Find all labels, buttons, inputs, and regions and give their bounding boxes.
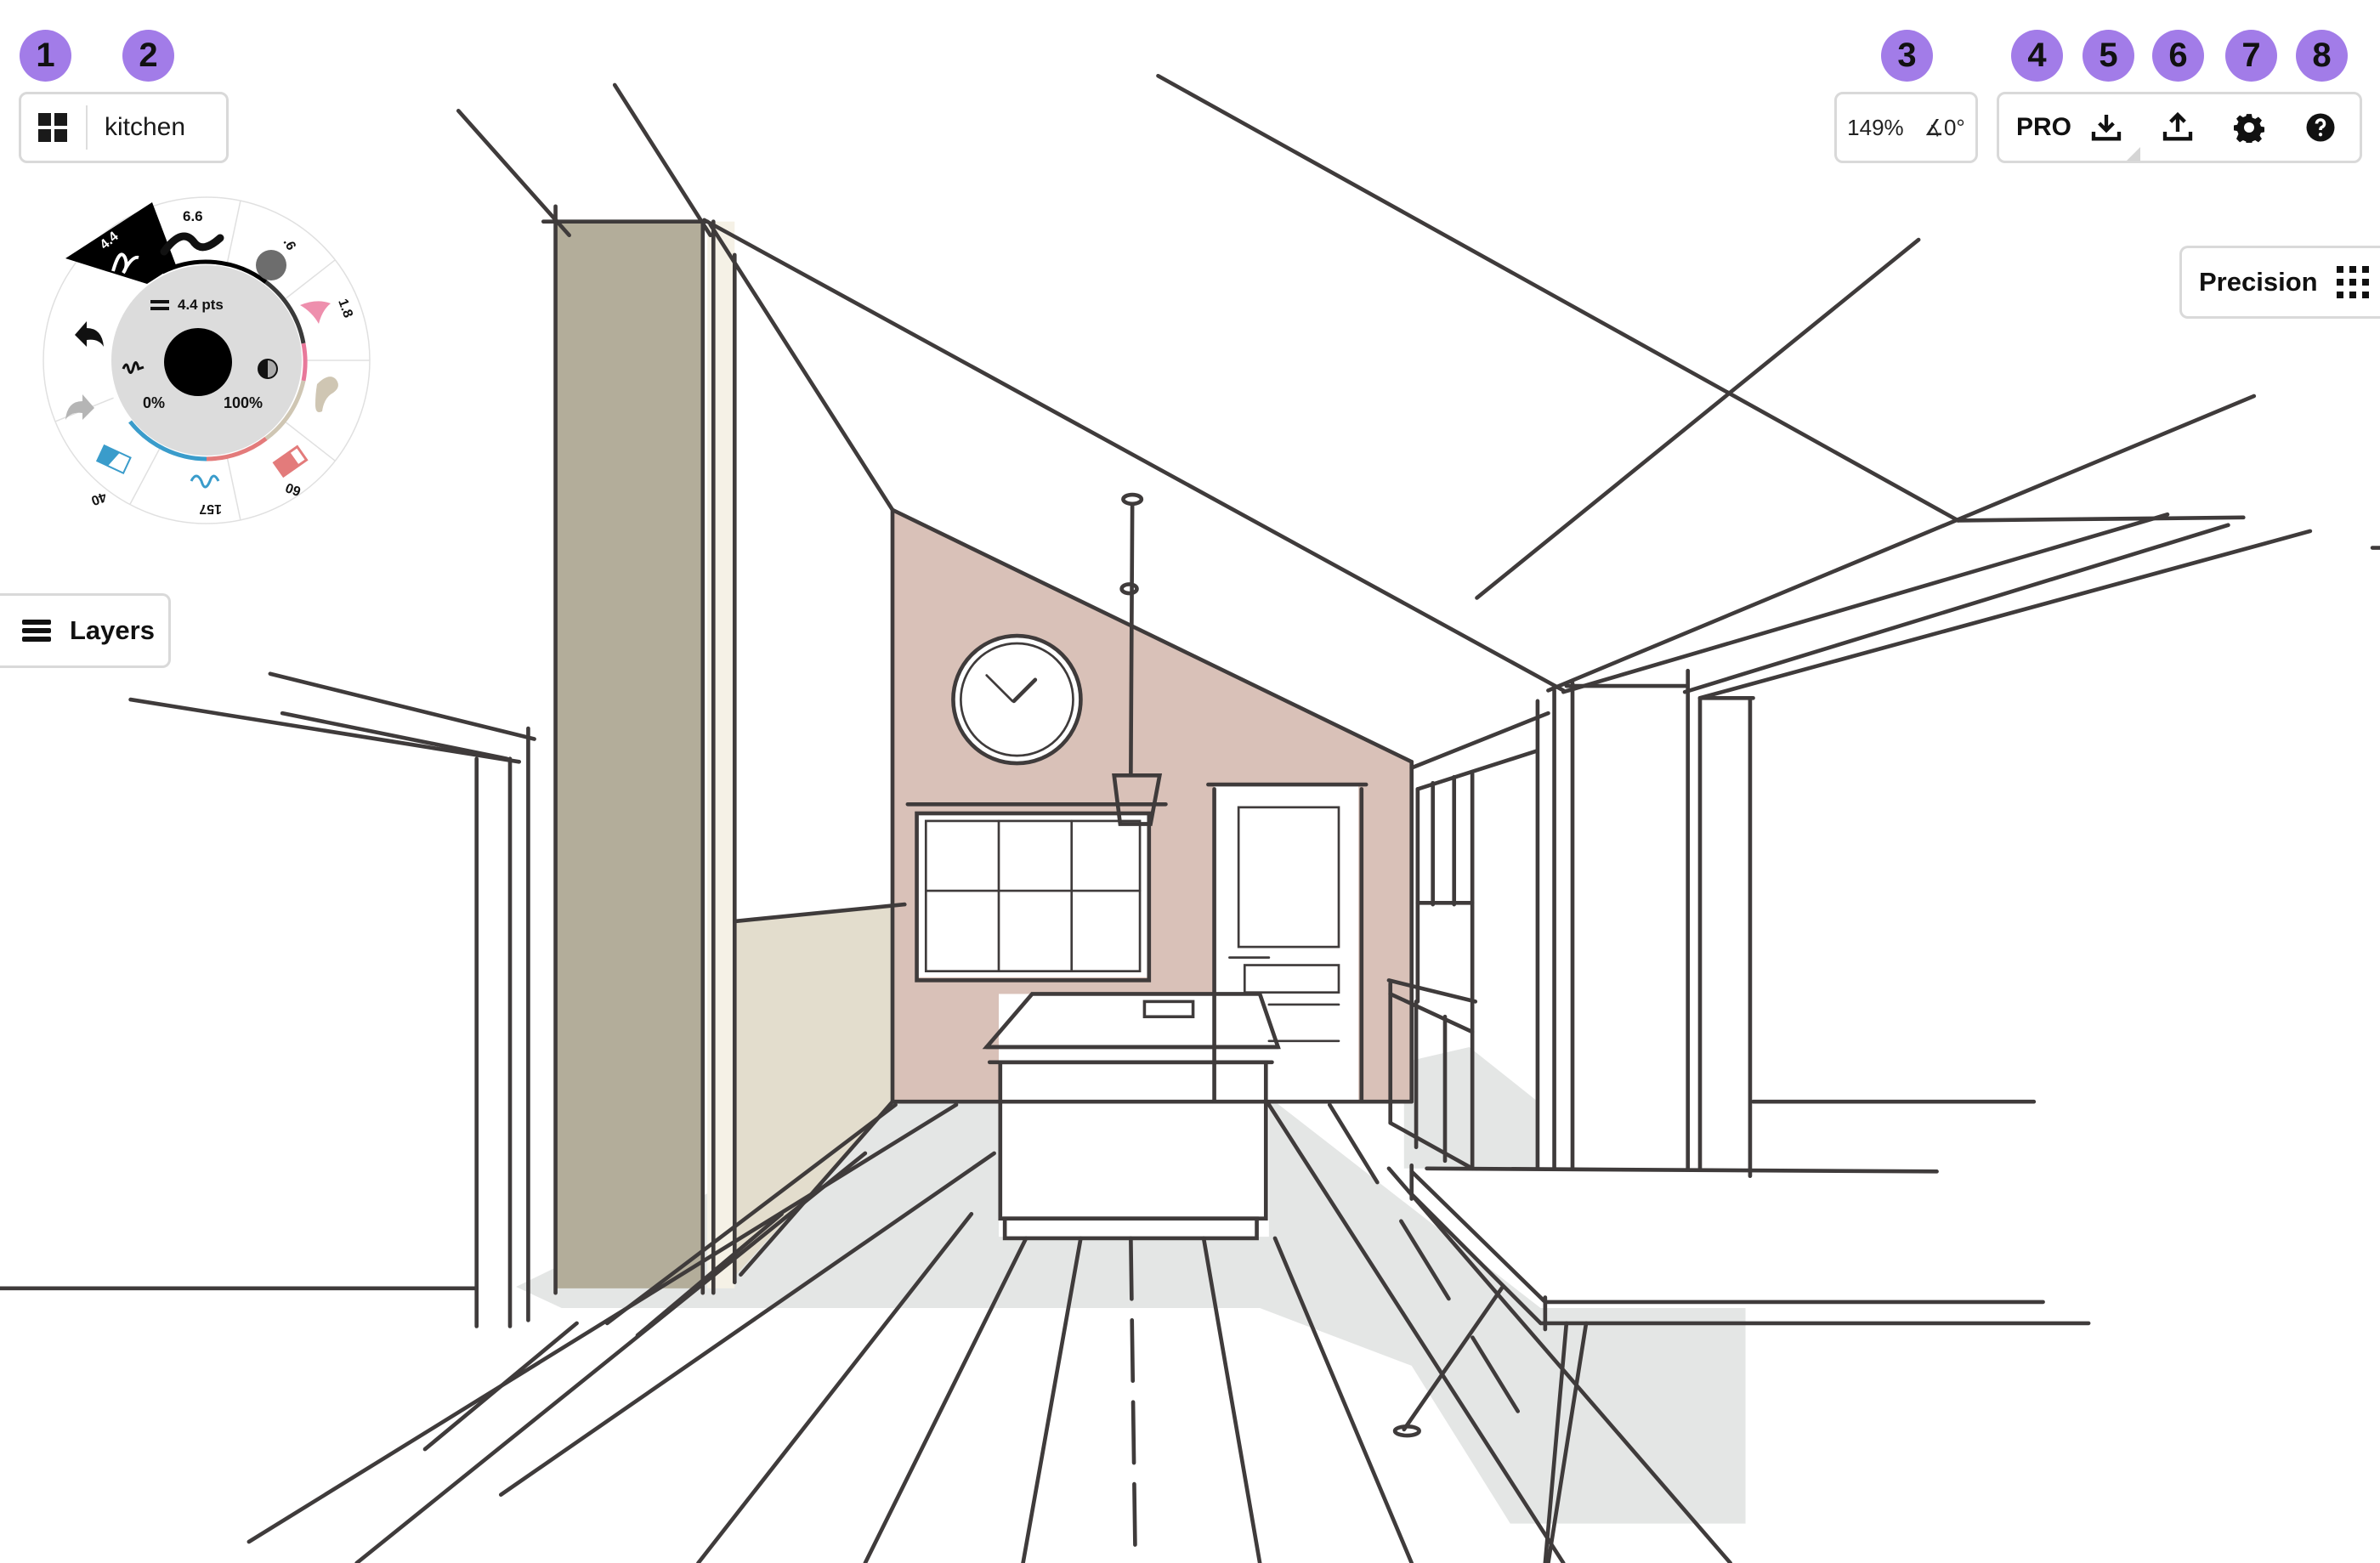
document-title[interactable]: kitchen: [105, 113, 185, 142]
pencil-icon: [256, 250, 286, 280]
upload-icon: [2162, 111, 2193, 141]
export-button[interactable]: [2142, 92, 2213, 163]
help-button[interactable]: [2285, 92, 2356, 163]
marker-badge-3: 3: [1881, 30, 1933, 82]
document-panel: kitchen: [19, 92, 229, 163]
view-status-panel[interactable]: 149% ∡0°: [1834, 92, 1978, 163]
opacity-icon[interactable]: [258, 359, 278, 379]
window-fill: [918, 813, 1149, 977]
wire-size: 157: [199, 501, 222, 516]
ring-pink: [301, 343, 308, 382]
cabinet-shadow: [1403, 1046, 1537, 1169]
top-toolbar: PRO: [1997, 92, 2362, 163]
marker-badge-2: 2: [122, 30, 174, 82]
settings-button[interactable]: [2213, 92, 2285, 163]
size-label: 4.4 pts: [178, 297, 224, 313]
layers-icon: [22, 620, 51, 642]
layers-button[interactable]: Layers: [0, 593, 171, 668]
zoom-level: 149%: [1847, 114, 1904, 140]
fill-eraser-size: 40: [89, 489, 109, 507]
gear-icon: [2234, 114, 2264, 143]
tool-wheel: 4.4 pts 0% 100% 4.4 6.6 .6 1.8 60 157 40: [42, 196, 371, 524]
help-icon: [2306, 113, 2335, 142]
opacity-value: 100%: [224, 394, 263, 411]
rotation-angle: ∡0°: [1924, 114, 1965, 140]
marker-badge-1: 1: [20, 30, 71, 82]
marker-badge-4: 4: [2011, 30, 2063, 82]
marker-badge-6: 6: [2152, 30, 2204, 82]
grid-dots-icon: [2336, 266, 2369, 298]
brush-size: 6.6: [183, 208, 203, 224]
precision-label: Precision: [2199, 267, 2318, 297]
toolbar-caret: [2127, 147, 2140, 161]
marker-badge-7: 7: [2225, 30, 2277, 82]
download-icon: [2091, 115, 2122, 141]
island-fill: [999, 994, 1269, 1237]
color-swatch[interactable]: [164, 328, 232, 396]
precision-button[interactable]: Precision: [2179, 246, 2380, 319]
gallery-grid-icon[interactable]: [38, 113, 67, 142]
marker-badge-8: 8: [2296, 30, 2348, 82]
smoothing-value: 0%: [143, 394, 165, 411]
layers-label: Layers: [70, 615, 155, 645]
divider: [86, 105, 88, 150]
marker-badge-5: 5: [2082, 30, 2134, 82]
taupe-column: [555, 221, 705, 1288]
pro-button[interactable]: PRO: [2016, 113, 2071, 142]
